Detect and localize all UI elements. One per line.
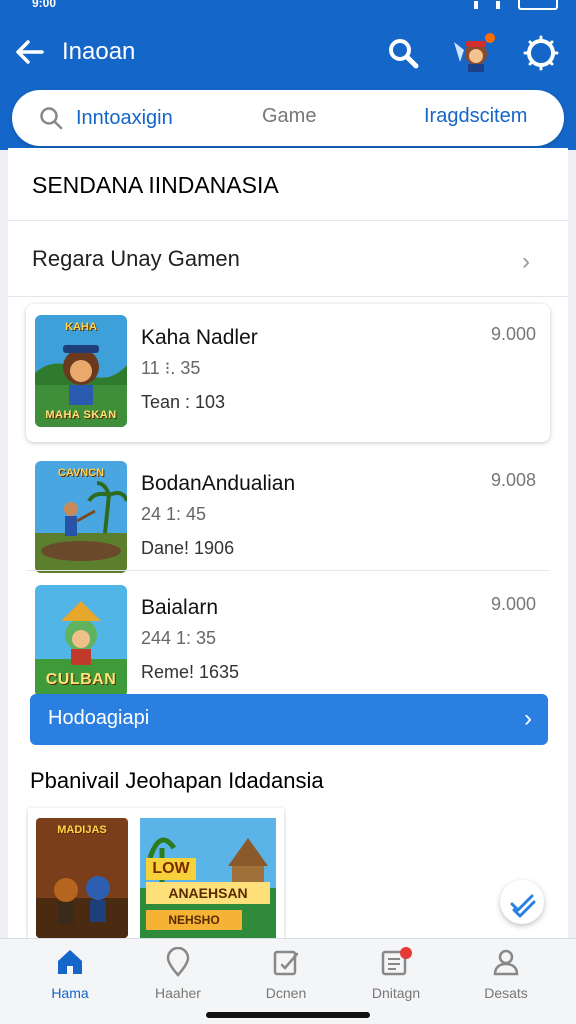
chevron-right-icon[interactable]: › bbox=[522, 248, 530, 276]
game-name: Kaha Nadler bbox=[141, 326, 258, 349]
nav-item-home[interactable]: Hama bbox=[20, 947, 120, 1001]
tab-label: Iragdscitem bbox=[424, 105, 528, 127]
status-bar: 9:00 bbox=[0, 0, 576, 16]
content-sheet: SENDANA IINDANASIA Regara Unay Gamen › K… bbox=[8, 148, 568, 938]
tile-title: MADIJAS bbox=[57, 824, 107, 836]
tab-label: Inntoaxigin bbox=[76, 106, 173, 129]
thumb-label: MAHA SKAN bbox=[45, 409, 117, 421]
game-time: 244 1: 35 bbox=[141, 628, 217, 648]
search-icon bbox=[40, 107, 63, 130]
section-title: SENDANA IINDANASIA bbox=[32, 172, 279, 198]
thumb-title: CAVNCN bbox=[57, 467, 105, 479]
featured-tile[interactable]: LOW ANAEHSAN NEHSHO bbox=[140, 818, 276, 938]
double-check-icon bbox=[510, 894, 536, 918]
game-list-item[interactable]: CAVNCN BodanAndualian 24 1: 45 Dane! 190… bbox=[26, 450, 550, 588]
thumb-label: CULBAN bbox=[45, 671, 117, 688]
action-button-label: Hodoagiapi bbox=[48, 707, 150, 729]
game-thumbnail: CAVNCN bbox=[35, 461, 127, 573]
search-icon[interactable] bbox=[384, 34, 422, 72]
game-value: 9.008 bbox=[490, 470, 536, 490]
game-list-item[interactable]: KAHA MAHA SKAN Kaha Nadler 11 ⁝. 35 Tean… bbox=[26, 304, 550, 442]
game-name: BodanAndualian bbox=[141, 472, 296, 495]
tab-label: Game bbox=[262, 105, 317, 127]
game-name: Baialarn bbox=[141, 596, 219, 619]
nav-item-location[interactable]: Haaher bbox=[128, 947, 228, 1001]
floating-action-button[interactable] bbox=[500, 880, 544, 924]
app-header: Inaoan Inntoaxigin Game Iragdscitem bbox=[0, 16, 576, 150]
home-indicator[interactable] bbox=[206, 1012, 370, 1018]
game-meta: Reme! 1635 bbox=[141, 662, 240, 682]
divider bbox=[26, 570, 550, 571]
back-arrow-icon[interactable] bbox=[14, 36, 50, 68]
game-meta: Tean : 103 bbox=[141, 392, 226, 412]
game-meta: Dane! 1906 bbox=[141, 538, 235, 558]
signal-icon bbox=[474, 1, 486, 9]
tab-third[interactable]: Iragdscitem bbox=[424, 105, 527, 128]
nav-item-notes[interactable]: Dnitagn bbox=[346, 947, 446, 1001]
thumb-title: KAHA bbox=[65, 321, 97, 333]
game-list-item[interactable]: CULBAN Baialarn 244 1: 35 Reme! 1635 9.0… bbox=[26, 574, 550, 712]
nav-label: Desats bbox=[484, 985, 528, 1001]
nav-label: Dcnen bbox=[265, 985, 307, 1001]
featured-tile[interactable]: MADIJAS bbox=[36, 818, 128, 938]
category-row-title[interactable]: Regara Unay Gamen bbox=[32, 246, 240, 272]
nav-label: Dnitagn bbox=[371, 985, 421, 1001]
action-button[interactable]: Hodoagiapi › bbox=[30, 694, 548, 745]
profile-icon bbox=[493, 949, 519, 976]
nav-item-profile[interactable]: Desats bbox=[456, 947, 556, 1001]
divider bbox=[8, 296, 568, 297]
nav-label: Haaher bbox=[155, 985, 201, 1001]
tab-game[interactable]: Game bbox=[262, 105, 316, 128]
wifi-icon bbox=[496, 1, 508, 9]
page-title: Inaoan bbox=[62, 38, 136, 65]
nav-label: Hama bbox=[51, 985, 89, 1001]
location-pin-icon bbox=[166, 947, 190, 977]
game-time: 11 ⁝. 35 bbox=[141, 358, 201, 378]
tile-subtitle: ANAEHSAN bbox=[168, 885, 248, 901]
nav-item-edit[interactable]: Dcnen bbox=[236, 947, 336, 1001]
battery-icon bbox=[518, 0, 558, 10]
tile-title: LOW bbox=[152, 860, 190, 877]
game-value: 9.000 bbox=[490, 324, 536, 344]
featured-tiles: MADIJAS LOW ANAEHSAN NEHSHO bbox=[28, 808, 284, 938]
game-thumbnail: KAHA MAHA SKAN bbox=[35, 315, 127, 427]
mascot-avatar[interactable] bbox=[450, 28, 498, 76]
tab-search[interactable]: Inntoaxigin bbox=[38, 105, 173, 131]
tab-bar: Inntoaxigin Game Iragdscitem bbox=[12, 90, 564, 146]
status-time: 9:00 bbox=[32, 0, 57, 10]
home-icon bbox=[58, 950, 82, 974]
section-title-2: Pbanivail Jeohapan Idadansia bbox=[30, 768, 324, 793]
status-icons bbox=[474, 0, 558, 10]
divider bbox=[8, 220, 568, 221]
game-thumbnail: CULBAN bbox=[35, 585, 127, 697]
tile-caption: NEHSHO bbox=[168, 913, 220, 927]
edit-note-icon bbox=[273, 950, 299, 976]
settings-ring-icon[interactable] bbox=[522, 34, 560, 72]
notes-badge-icon bbox=[381, 947, 412, 976]
game-time: 24 1: 45 bbox=[141, 504, 207, 524]
game-value: 9.000 bbox=[490, 594, 536, 614]
chevron-right-icon: › bbox=[524, 705, 532, 732]
